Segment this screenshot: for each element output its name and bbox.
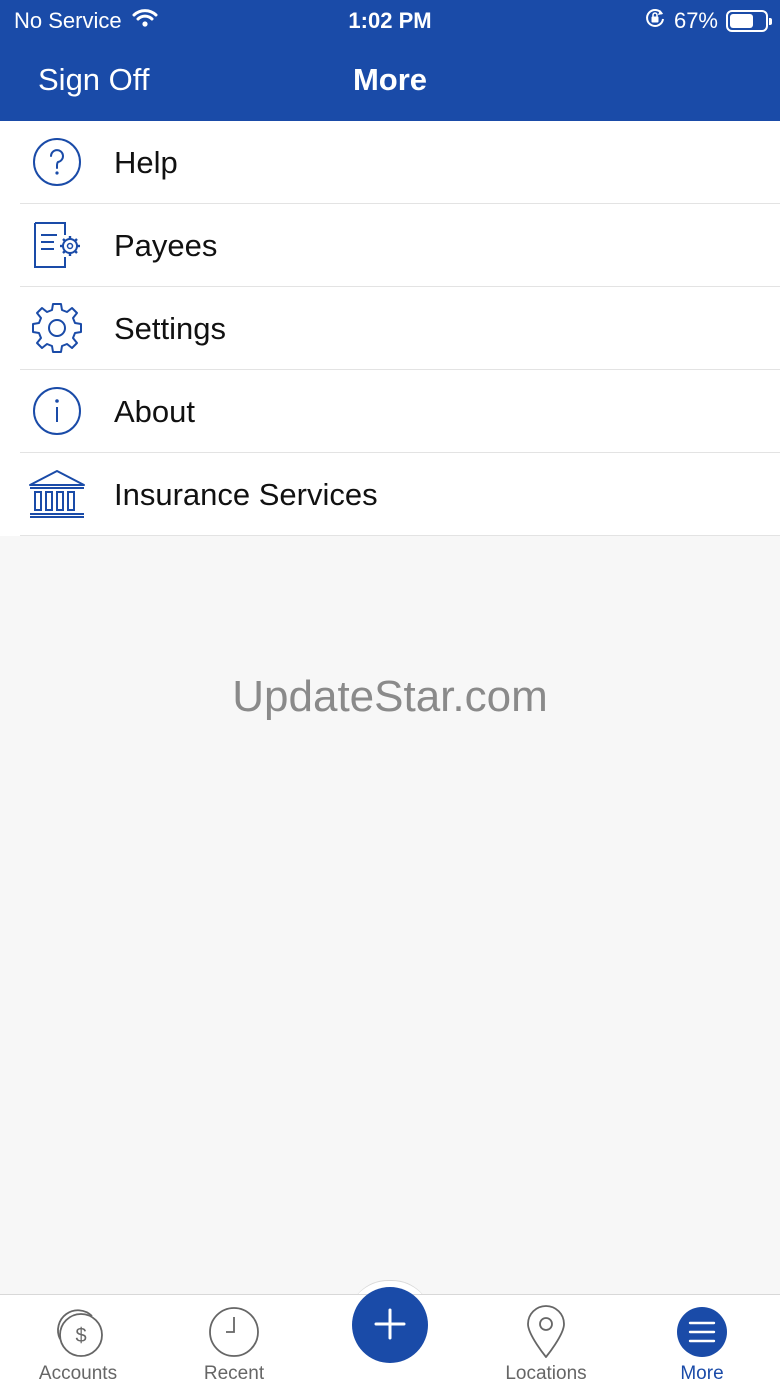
location-pin-icon [468,1305,624,1359]
tab-label: More [680,1363,724,1384]
clock-icon [156,1305,312,1359]
bank-icon [27,466,87,522]
tab-accounts[interactable]: $ Accounts [0,1295,156,1387]
info-icon [27,383,87,439]
page-title: More [352,62,428,97]
status-bar: No Service 1:02 PM 67% [0,0,780,40]
tab-label: Locations [505,1363,587,1384]
watermark-text: UpdateStar.com [232,672,548,721]
tab-recent[interactable]: Recent [156,1295,312,1387]
more-menu-list: Help Payees Settings About Insurance Ser… [0,121,780,536]
battery-percent: 67% [673,8,718,33]
menu-item-help[interactable]: Help [0,121,780,204]
menu-item-label: About [114,394,196,429]
accounts-icon: $ [0,1305,156,1359]
tab-locations[interactable]: Locations [468,1295,624,1387]
menu-item-label: Settings [114,311,227,346]
tab-label: Recent [203,1363,265,1384]
menu-item-label: Insurance Services [114,477,378,512]
tab-more[interactable]: More [624,1295,780,1387]
help-icon [27,134,87,190]
battery-icon [726,10,772,32]
svg-text:$: $ [75,1325,86,1347]
menu-item-payees[interactable]: Payees [0,204,780,287]
menu-item-about[interactable]: About [0,370,780,453]
navigation-bar: Sign Off More [0,40,780,121]
plus-icon [373,1307,407,1344]
gear-icon [27,300,87,356]
menu-item-label: Help [114,145,178,180]
menu-item-insurance-services[interactable]: Insurance Services [0,453,780,536]
rotation-lock-icon [644,7,666,35]
app-header: No Service 1:02 PM 67% Sign Off More [0,0,780,121]
menu-item-settings[interactable]: Settings [0,287,780,370]
add-button[interactable] [352,1287,428,1363]
payees-icon [27,217,87,273]
battery-level [730,14,753,28]
tab-label: Accounts [38,1363,118,1384]
menu-icon [624,1305,780,1359]
menu-item-label: Payees [114,228,218,263]
